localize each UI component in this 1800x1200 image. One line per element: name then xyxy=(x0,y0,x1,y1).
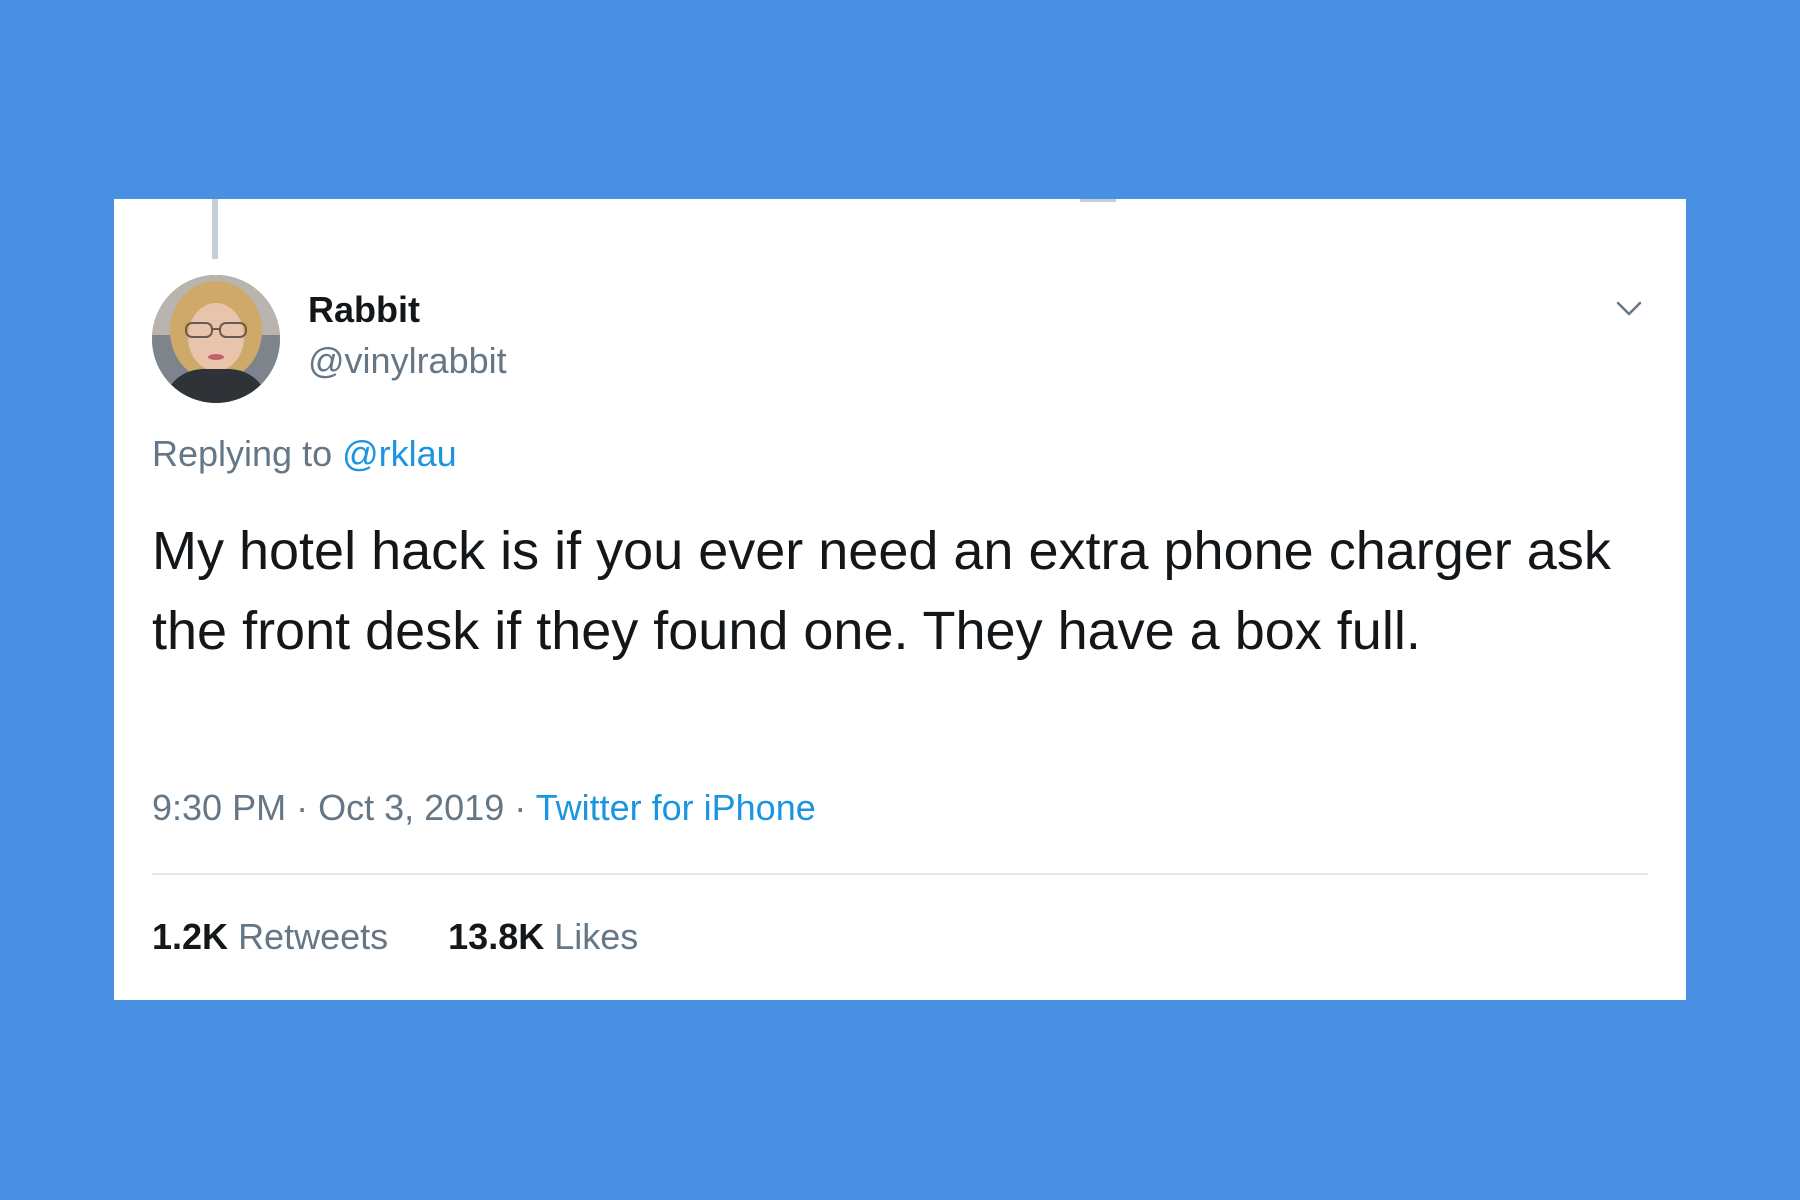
author-name[interactable]: Rabbit xyxy=(308,289,420,331)
avatar-photo xyxy=(152,275,280,403)
likes-stat[interactable]: 13.8K Likes xyxy=(448,916,638,958)
tweet-date[interactable]: Oct 3, 2019 xyxy=(318,787,504,828)
author-handle[interactable]: @vinylrabbit xyxy=(308,340,507,382)
thread-top-mark xyxy=(1080,199,1116,202)
meta-separator: · xyxy=(296,787,309,828)
retweets-stat[interactable]: 1.2K Retweets xyxy=(152,916,388,958)
avatar[interactable] xyxy=(152,275,280,403)
replying-to-line: Replying to @rklau xyxy=(152,433,457,475)
tweet-source-link[interactable]: Twitter for iPhone xyxy=(536,787,816,828)
replying-to-label: Replying to xyxy=(152,433,333,474)
retweets-label: Retweets xyxy=(238,916,389,957)
retweets-count: 1.2K xyxy=(152,916,229,957)
chevron-down-icon[interactable] xyxy=(1614,293,1644,323)
thread-connector-line xyxy=(212,199,218,259)
likes-count: 13.8K xyxy=(448,916,545,957)
tweet-card: Rabbit @vinylrabbit Replying to @rklau M… xyxy=(114,199,1686,1000)
likes-label: Likes xyxy=(554,916,639,957)
tweet-text: My hotel hack is if you ever need an ext… xyxy=(152,521,1611,661)
tweet-time[interactable]: 9:30 PM xyxy=(152,787,286,828)
meta-separator: · xyxy=(514,787,527,828)
engagement-stats: 1.2K Retweets 13.8K Likes xyxy=(152,916,638,958)
tweet-metadata: 9:30 PM · Oct 3, 2019 · Twitter for iPho… xyxy=(152,787,816,829)
divider xyxy=(152,873,1648,875)
reply-to-handle-link[interactable]: @rklau xyxy=(342,433,457,474)
